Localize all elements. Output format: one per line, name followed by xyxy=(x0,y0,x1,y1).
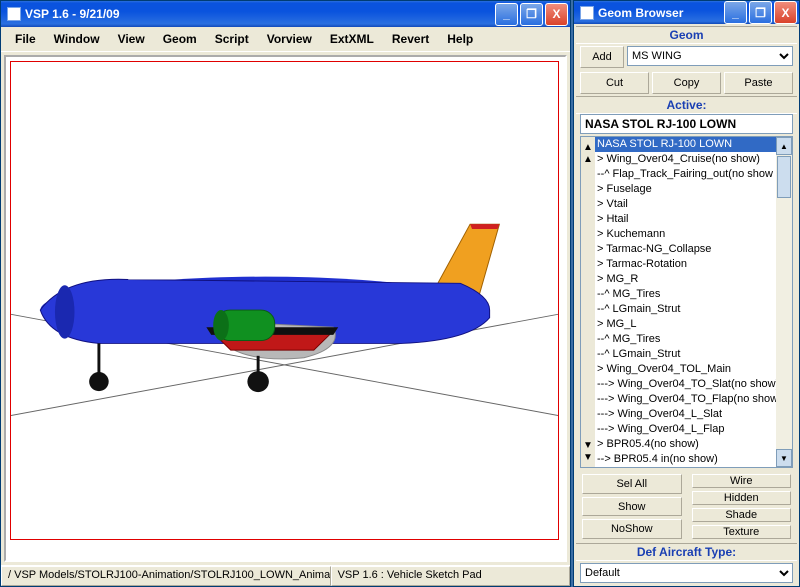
selall-button[interactable]: Sel All xyxy=(582,474,682,494)
list-item[interactable]: > Vtail xyxy=(595,197,776,212)
menu-extxml[interactable]: ExtXML xyxy=(322,30,382,48)
paste-button[interactable]: Paste xyxy=(724,72,793,94)
list-item[interactable]: > Kuchemann xyxy=(595,227,776,242)
menu-geom[interactable]: Geom xyxy=(155,30,205,48)
scrollbar[interactable]: ▲ ▼ xyxy=(776,137,792,467)
viewport[interactable] xyxy=(10,61,559,540)
list-item[interactable]: > Htail xyxy=(595,212,776,227)
cut-button[interactable]: Cut xyxy=(580,72,649,94)
section-geom-label: Geom xyxy=(576,26,797,44)
texture-button[interactable]: Texture xyxy=(692,525,792,539)
shade-button[interactable]: Shade xyxy=(692,508,792,522)
list-item[interactable]: --> BPR05.4 in(no show) xyxy=(595,452,776,467)
reorder-arrows: ▲ ▲ ▼ ▼ xyxy=(581,137,595,467)
menu-vorview[interactable]: Vorview xyxy=(259,30,320,48)
maximize-button[interactable]: ❐ xyxy=(749,1,772,24)
double-down-icon[interactable]: ▼ xyxy=(582,451,594,463)
hidden-button[interactable]: Hidden xyxy=(692,491,792,505)
geom-type-select[interactable]: MS WING xyxy=(627,46,793,66)
double-up-icon[interactable]: ▲ xyxy=(582,141,594,153)
scroll-down-icon[interactable]: ▼ xyxy=(776,449,792,467)
menu-view[interactable]: View xyxy=(110,30,153,48)
list-item[interactable]: ---> Wing_Over04_TO_Slat(no show) xyxy=(595,377,776,392)
close-button[interactable]: X xyxy=(545,3,568,26)
list-item[interactable]: --^ MG_Tires xyxy=(595,287,776,302)
menu-help[interactable]: Help xyxy=(439,30,481,48)
minimize-button[interactable]: _ xyxy=(724,1,747,24)
maximize-button[interactable]: ❐ xyxy=(520,3,543,26)
main-titlebar[interactable]: VSP 1.6 - 9/21/09 _ ❐ X xyxy=(1,1,570,27)
minimize-button[interactable]: _ xyxy=(495,3,518,26)
add-button[interactable]: Add xyxy=(580,46,624,68)
list-item[interactable]: ---> Wing_Over04_L_Slat xyxy=(595,407,776,422)
statusbar: / VSP Models/STOLRJ100-Animation/STOLRJ1… xyxy=(1,565,570,586)
list-item[interactable]: > BPR05.4(no show) xyxy=(595,437,776,452)
aircraft-render xyxy=(11,62,558,539)
list-item[interactable]: > Tarmac-Rotation xyxy=(595,257,776,272)
list-item[interactable]: > MG_L xyxy=(595,317,776,332)
wire-button[interactable]: Wire xyxy=(692,474,792,488)
list-item[interactable]: ---> Wing_Over04_TO_Flap(no show) xyxy=(595,392,776,407)
status-path: / VSP Models/STOLRJ100-Animation/STOLRJ1… xyxy=(1,566,331,586)
geom-list[interactable]: NASA STOL RJ-100 LOWN > Wing_Over04_Crui… xyxy=(595,137,776,467)
sketch-canvas-frame xyxy=(4,55,567,562)
menu-script[interactable]: Script xyxy=(207,30,257,48)
main-window: VSP 1.6 - 9/21/09 _ ❐ X File Window View… xyxy=(0,0,571,587)
list-item[interactable]: > MG_R xyxy=(595,272,776,287)
list-item[interactable]: > Tarmac-NG_Collapse xyxy=(595,242,776,257)
def-aircraft-type-select[interactable]: Default xyxy=(580,563,793,583)
show-button[interactable]: Show xyxy=(582,497,682,517)
section-active-label: Active: xyxy=(576,96,797,114)
scroll-track[interactable] xyxy=(776,199,792,449)
list-item[interactable]: NASA STOL RJ-100 LOWN xyxy=(595,137,776,152)
menu-window[interactable]: Window xyxy=(46,30,108,48)
side-titlebar[interactable]: Geom Browser _ ❐ X xyxy=(574,1,799,24)
active-geom-name: NASA STOL RJ-100 LOWN xyxy=(580,114,793,134)
status-app: VSP 1.6 : Vehicle Sketch Pad xyxy=(331,566,570,586)
down-icon[interactable]: ▼ xyxy=(582,439,594,451)
main-title: VSP 1.6 - 9/21/09 xyxy=(25,7,493,21)
noshow-button[interactable]: NoShow xyxy=(582,519,682,539)
up-icon[interactable]: ▲ xyxy=(582,153,594,165)
scroll-thumb[interactable] xyxy=(777,156,791,198)
def-aircraft-type-label: Def Aircraft Type: xyxy=(576,543,797,561)
geom-browser-window: Geom Browser _ ❐ X Geom Add MS WING Cut … xyxy=(573,0,800,587)
menu-revert[interactable]: Revert xyxy=(384,30,437,48)
list-item[interactable]: > Fuselage xyxy=(595,182,776,197)
menu-file[interactable]: File xyxy=(7,30,44,48)
list-item[interactable]: > Wing_Over04_Cruise(no show) xyxy=(595,152,776,167)
close-button[interactable]: X xyxy=(774,1,797,24)
list-item[interactable]: --^ LGmain_Strut xyxy=(595,302,776,317)
list-item[interactable]: --^ Flap_Track_Fairing_out(no show xyxy=(595,167,776,182)
scroll-up-icon[interactable]: ▲ xyxy=(776,137,792,155)
list-item[interactable]: --^ MG_Tires xyxy=(595,332,776,347)
list-item[interactable]: ---> Wing_Over04_L_Flap xyxy=(595,422,776,437)
geom-tree: ▲ ▲ ▼ ▼ NASA STOL RJ-100 LOWN > Wing_Ove… xyxy=(580,136,793,468)
list-item[interactable]: --^ LGmain_Strut xyxy=(595,347,776,362)
copy-button[interactable]: Copy xyxy=(652,72,721,94)
list-item[interactable]: > Wing_Over04_TOL_Main xyxy=(595,362,776,377)
menubar: File Window View Geom Script Vorview Ext… xyxy=(1,27,570,52)
app-icon xyxy=(7,7,21,21)
side-title: Geom Browser xyxy=(598,6,722,20)
app-icon xyxy=(580,6,594,20)
